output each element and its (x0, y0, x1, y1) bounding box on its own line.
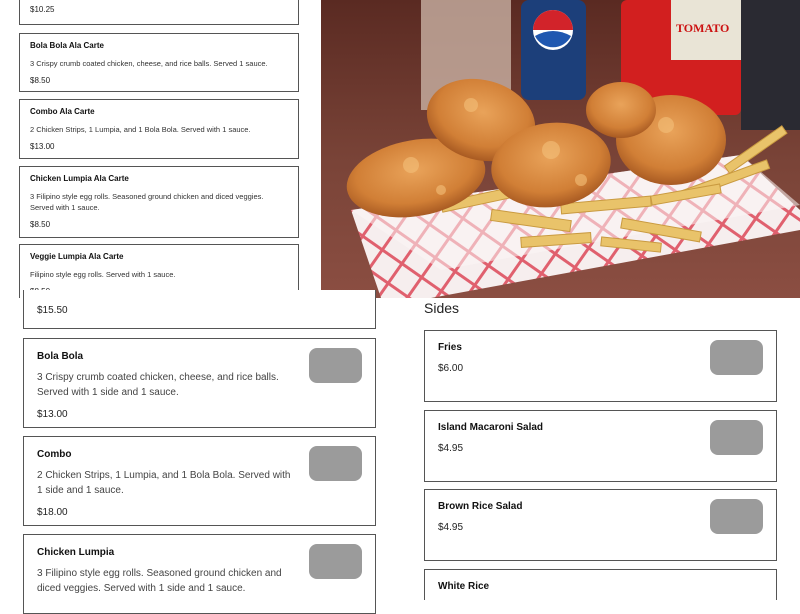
item-title: Bola Bola Ala Carte (30, 41, 104, 50)
menu-item-card[interactable]: Island Macaroni Salad $4.95 (424, 410, 777, 482)
add-item-button[interactable] (710, 340, 763, 375)
menu-item-card[interactable]: Bola Bola 3 Crispy crumb coated chicken,… (23, 338, 376, 428)
item-price: $8.50 (30, 220, 51, 229)
item-title: Veggie Lumpia Ala Carte (30, 252, 124, 261)
item-title: Chicken Lumpia Ala Carte (30, 174, 129, 183)
item-description: 3 Crispy crumb coated chicken, cheese, a… (30, 59, 268, 68)
item-price: $8.50 (30, 76, 51, 85)
item-description: 2 Chicken Strips, 1 Lumpia, and 1 Bola B… (37, 470, 291, 496)
item-price: $13.00 (30, 142, 55, 151)
menu-item-card[interactable]: Bola Bola Ala Carte 3 Crispy crumb coate… (19, 33, 299, 92)
svg-text:TOMATO: TOMATO (676, 21, 729, 35)
menu-item-card[interactable]: Chicken Lumpia Ala Carte 3 Filipino styl… (19, 166, 299, 238)
item-description: 3 Filipino style egg rolls. Seasoned gro… (30, 192, 264, 212)
item-description: 2 Chicken Strips, 1 Lumpia, and 1 Bola B… (30, 125, 251, 134)
add-item-button[interactable] (710, 499, 763, 534)
item-price: $10.25 (30, 5, 55, 14)
section-heading: Sides (424, 300, 460, 316)
add-item-button[interactable] (309, 446, 362, 481)
add-item-button[interactable] (309, 348, 362, 383)
menu-item-card[interactable]: Combo 2 Chicken Strips, 1 Lumpia, and 1 … (23, 436, 376, 526)
menu-item-card[interactable]: $10.25 (19, 0, 299, 25)
item-description: Filipino style egg rolls. Served with 1 … (30, 270, 176, 279)
ala-carte-list: $10.25 Bola Bola Ala Carte 3 Crispy crum… (0, 0, 320, 298)
item-price: $13.00 (37, 409, 68, 420)
add-item-button[interactable] (309, 544, 362, 579)
item-description: 3 Crispy crumb coated chicken, cheese, a… (37, 372, 279, 398)
menu-item-card[interactable]: Fries $6.00 (424, 330, 777, 402)
menu-item-card[interactable]: $15.50 (23, 290, 376, 329)
menu-item-card[interactable]: Brown Rice Salad $4.95 (424, 489, 777, 561)
menu-item-card[interactable]: White Rice (424, 569, 777, 600)
menu-item-card[interactable]: Chicken Lumpia 3 Filipino style egg roll… (23, 534, 376, 614)
item-title: Combo Ala Carte (30, 107, 95, 116)
add-item-button[interactable] (710, 420, 763, 455)
item-title: White Rice (438, 581, 490, 592)
item-price: $15.50 (37, 305, 68, 316)
item-price: $18.00 (37, 507, 68, 518)
item-description: 3 Filipino style egg rolls. Seasoned gro… (37, 568, 282, 594)
menu-item-card[interactable]: Combo Ala Carte 2 Chicken Strips, 1 Lump… (19, 99, 299, 159)
chicken-strips-and-fries-photo: TOMATO (321, 0, 800, 298)
